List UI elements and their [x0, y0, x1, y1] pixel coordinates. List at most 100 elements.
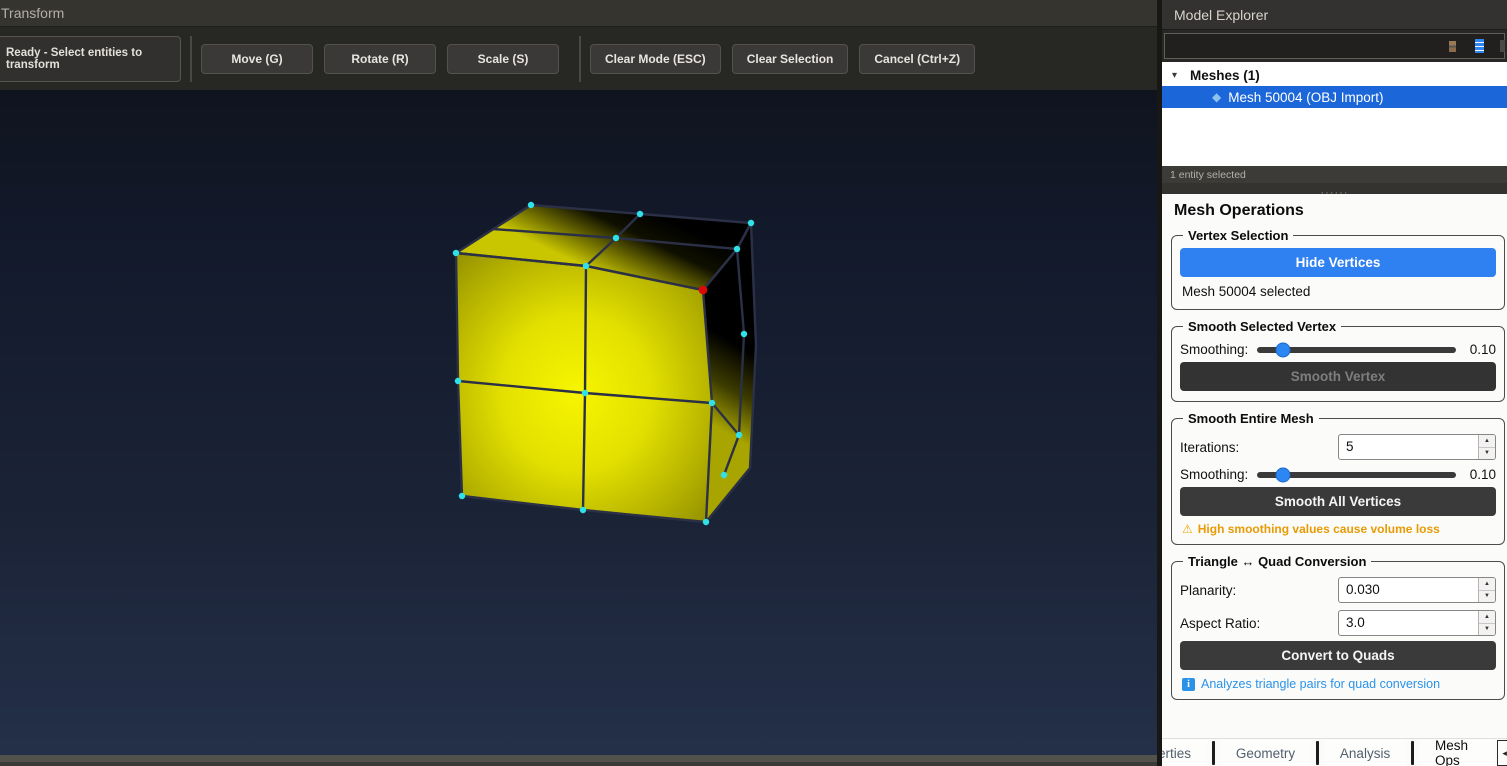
spin-down-icon[interactable]: ▼	[1479, 624, 1495, 636]
mesh-smoothing-slider[interactable]	[1257, 472, 1456, 478]
mesh-vertex[interactable]	[613, 235, 619, 241]
tree-group-meshes[interactable]: ▾ Meshes (1)	[1162, 65, 1507, 86]
vertex-selection-group: Vertex Selection Hide Vertices Mesh 5000…	[1171, 228, 1505, 310]
mesh-vertex[interactable]	[748, 220, 754, 226]
panel-splitter-handle[interactable]: ······	[1162, 183, 1507, 194]
toolbar-separator	[579, 36, 581, 82]
mesh-vertex[interactable]	[459, 493, 465, 499]
mesh-diamond-icon: ◆	[1212, 90, 1221, 104]
move-button[interactable]: Move (G)	[201, 44, 313, 74]
planarity-value: 0.030	[1339, 578, 1478, 602]
smoothing-label: Smoothing:	[1180, 467, 1248, 482]
expander-icon[interactable]: ▾	[1172, 70, 1186, 81]
model-explorer-panel: Model Explorer ▾ Meshes (1) ◆ Mesh 50004…	[1157, 0, 1507, 766]
tab-separator	[1316, 741, 1319, 765]
quad-conversion-group: Triangle ↔ Quad Conversion Planarity: 0.…	[1171, 554, 1505, 700]
spin-down-icon[interactable]: ▼	[1479, 448, 1495, 460]
convert-to-quads-button[interactable]: Convert to Quads	[1180, 641, 1496, 670]
smoothing-warning-text: High smoothing values cause volume loss	[1198, 522, 1440, 536]
smooth-vertex-button[interactable]: Smooth Vertex	[1180, 362, 1496, 391]
vertex-selection-title: Vertex Selection	[1183, 228, 1293, 243]
quad-conversion-title: Triangle ↔ Quad Conversion	[1183, 554, 1371, 569]
hide-vertices-button[interactable]: Hide Vertices	[1180, 248, 1496, 277]
explorer-status-bar: 1 entity selected	[1162, 166, 1507, 183]
tree-group-label: Meshes (1)	[1190, 68, 1260, 83]
smooth-selected-vertex-title: Smooth Selected Vertex	[1183, 319, 1341, 334]
tab-geometry[interactable]: Geometry	[1220, 740, 1311, 766]
clipped-tool-icon[interactable]	[1500, 40, 1505, 52]
smooth-entire-mesh-group: Smooth Entire Mesh Iterations: 5 ▲ ▼ Smo…	[1171, 411, 1505, 545]
tab-separator	[1411, 741, 1414, 765]
smooth-all-vertices-button[interactable]: Smooth All Vertices	[1180, 487, 1496, 516]
planarity-label: Planarity:	[1180, 583, 1338, 598]
selection-status-text: Mesh 50004 selected	[1182, 284, 1496, 299]
mesh-vertex[interactable]	[580, 507, 586, 513]
warning-icon: ⚠	[1182, 522, 1193, 536]
tab-properties[interactable]: erties	[1157, 740, 1207, 766]
spin-down-icon[interactable]: ▼	[1479, 591, 1495, 603]
mesh-operations-panel: Mesh Operations Vertex Selection Hide Ve…	[1162, 194, 1507, 738]
clear-mode-button[interactable]: Clear Mode (ESC)	[590, 44, 721, 74]
model-explorer-titlebar[interactable]: Model Explorer	[1162, 0, 1507, 30]
mesh-vertex[interactable]	[453, 250, 459, 256]
mesh-vertex[interactable]	[528, 202, 534, 208]
tree-item-label: Mesh 50004 (OBJ Import)	[1228, 90, 1383, 105]
quad-conversion-info-text: Analyzes triangle pairs for quad convers…	[1201, 677, 1440, 691]
cancel-button[interactable]: Cancel (Ctrl+Z)	[859, 44, 975, 74]
spin-up-icon[interactable]: ▲	[1479, 435, 1495, 448]
mesh-vertex[interactable]	[637, 211, 643, 217]
planarity-stepper[interactable]: 0.030 ▲ ▼	[1338, 577, 1496, 603]
transform-window-titlebar[interactable]: Transform	[0, 0, 1160, 27]
list-filter-icon[interactable]	[1475, 39, 1484, 53]
tab-separator	[1212, 741, 1215, 765]
scale-button[interactable]: Scale (S)	[447, 44, 559, 74]
mesh-vertex[interactable]	[734, 246, 740, 252]
viewport-bottom-strip	[0, 755, 1160, 766]
mesh-canvas[interactable]	[0, 90, 1160, 755]
transform-toolbar: Ready - Select entities to transform Mov…	[0, 27, 1160, 90]
rotate-button[interactable]: Rotate (R)	[324, 44, 436, 74]
mesh-vertex[interactable]	[703, 519, 709, 525]
model-explorer-title: Model Explorer	[1174, 7, 1268, 23]
spin-up-icon[interactable]: ▲	[1479, 611, 1495, 624]
aspect-ratio-value: 3.0	[1339, 611, 1478, 635]
iterations-label: Iterations:	[1180, 440, 1338, 455]
mesh-vertex[interactable]	[709, 400, 715, 406]
mesh-vertex[interactable]	[721, 472, 727, 478]
iterations-stepper[interactable]: 5 ▲ ▼	[1338, 434, 1496, 460]
mesh-vertex[interactable]	[455, 378, 461, 384]
mesh-vertex[interactable]	[741, 331, 747, 337]
clear-selection-button[interactable]: Clear Selection	[732, 44, 849, 74]
explorer-toolbar	[1162, 30, 1507, 62]
aspect-ratio-stepper[interactable]: 3.0 ▲ ▼	[1338, 610, 1496, 636]
viewport-3d[interactable]	[0, 90, 1160, 755]
spin-up-icon[interactable]: ▲	[1479, 578, 1495, 591]
model-tree: ▾ Meshes (1) ◆ Mesh 50004 (OBJ Import)	[1162, 62, 1507, 166]
mesh-vertex[interactable]	[582, 390, 588, 396]
slider-handle[interactable]	[1276, 342, 1291, 357]
explorer-tool-icon[interactable]	[1449, 41, 1456, 52]
tab-analysis[interactable]: Analysis	[1324, 740, 1406, 766]
smooth-entire-mesh-title: Smooth Entire Mesh	[1183, 411, 1319, 426]
explorer-search-input[interactable]	[1164, 33, 1505, 59]
selected-mesh-vertex[interactable]	[699, 286, 708, 295]
slider-handle[interactable]	[1276, 467, 1291, 482]
mesh-operations-title: Mesh Operations	[1174, 202, 1507, 220]
app-root: Transform Ready - Select entities to tra…	[0, 0, 1507, 766]
mesh-vertex[interactable]	[736, 432, 742, 438]
transform-window-title: Transform	[0, 5, 64, 21]
tab-scroll-left-button[interactable]: ◂	[1497, 740, 1507, 766]
smoothing-label: Smoothing:	[1180, 342, 1248, 357]
transform-tool-window: Transform Ready - Select entities to tra…	[0, 0, 1160, 766]
tab-mesh-ops[interactable]: Mesh Ops	[1419, 740, 1494, 766]
transform-status-text: Ready - Select entities to transform	[0, 47, 180, 71]
explorer-status-text: 1 entity selected	[1170, 169, 1246, 181]
mesh-vertex[interactable]	[583, 263, 589, 269]
transform-status-box: Ready - Select entities to transform	[0, 36, 181, 82]
vertex-smoothing-slider[interactable]	[1257, 347, 1456, 353]
tree-item-mesh-50004[interactable]: ◆ Mesh 50004 (OBJ Import)	[1162, 86, 1507, 108]
aspect-ratio-label: Aspect Ratio:	[1180, 616, 1338, 631]
panel-tabs-bar: erties Geometry Analysis Mesh Ops ◂	[1162, 738, 1507, 766]
mesh-cube[interactable]	[456, 205, 756, 522]
info-icon: i	[1182, 678, 1195, 691]
